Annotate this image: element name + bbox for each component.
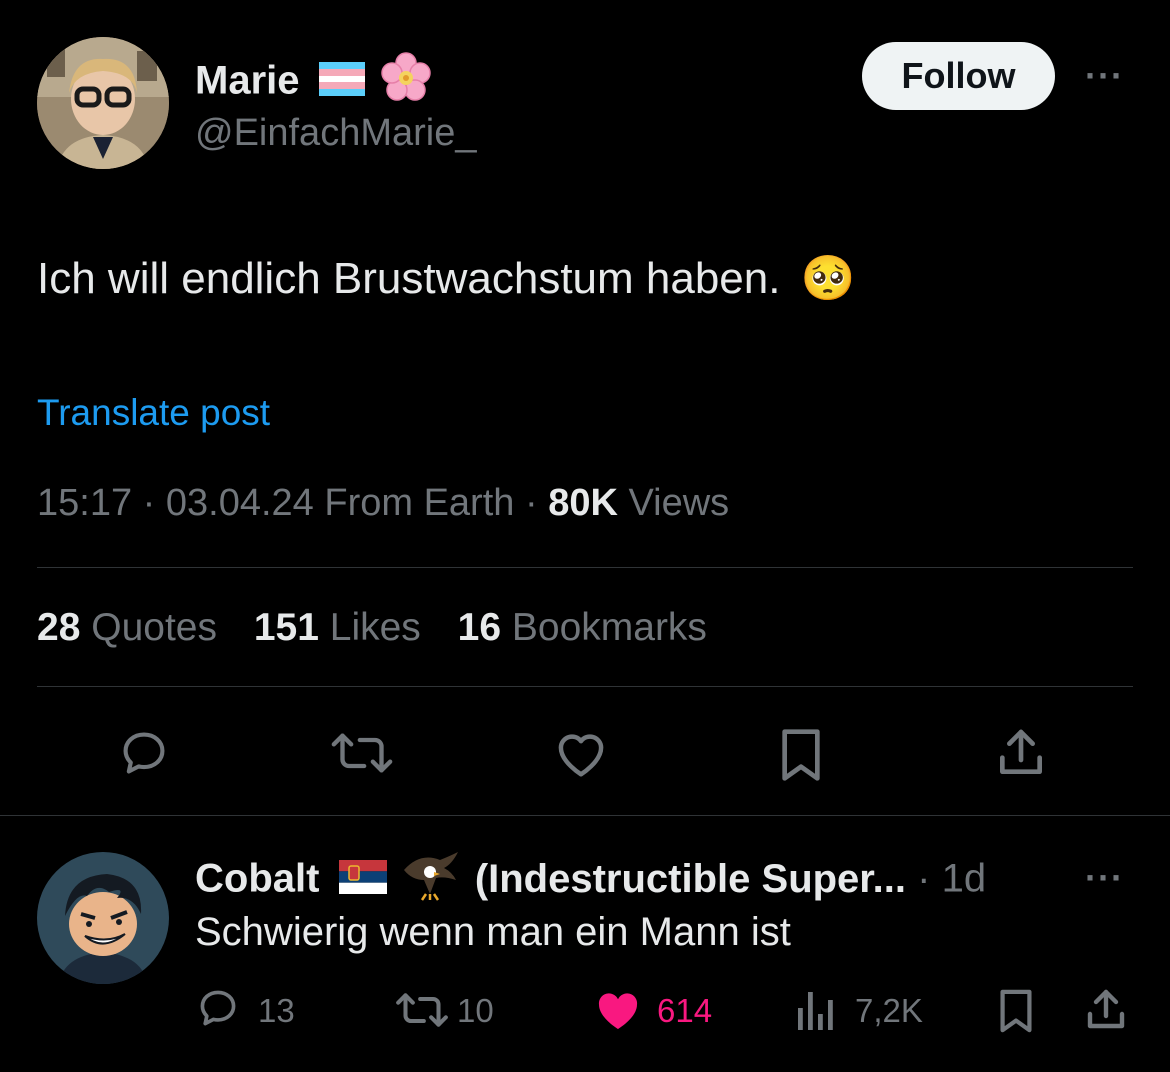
tweet-time[interactable]: 15:17 [37, 482, 132, 524]
reply-replies-count: 13 [258, 992, 295, 1029]
divider [0, 815, 1170, 816]
divider [37, 686, 1133, 687]
serbia-flag-icon [338, 859, 387, 904]
author-name-row[interactable]: Marie [195, 52, 432, 114]
tweet-meta: 15:17 · 03.04.24 From Earth · 80K Views [37, 482, 729, 525]
reply-age[interactable]: 1d [942, 857, 987, 901]
reply-more-options-icon[interactable]: ··· [1085, 860, 1124, 896]
separator: · [524, 482, 538, 524]
views-label: Views [628, 482, 730, 524]
reply-reply-icon[interactable] [195, 986, 241, 1030]
like-icon[interactable] [552, 727, 610, 779]
divider [37, 567, 1133, 568]
cherry-blossom-icon [380, 52, 432, 114]
engagement-stats: 28 Quotes 151 Likes 16 Bookmarks [37, 606, 733, 650]
tweet-text-row: Ich will endlich Brustwachstum haben. 🥺 [37, 252, 856, 304]
reply-like-icon[interactable] [594, 988, 642, 1032]
bookmarks-stat[interactable]: 16 Bookmarks [458, 606, 707, 649]
tweet-location: From Earth [324, 482, 515, 524]
likes-label: Likes [329, 606, 421, 649]
reply-bookmark-icon[interactable] [996, 988, 1036, 1034]
views-count: 80K [548, 482, 618, 524]
author-handle[interactable]: @EinfachMarie_ [195, 112, 476, 155]
bookmarks-label: Bookmarks [511, 606, 707, 649]
share-icon[interactable] [992, 725, 1050, 781]
repost-icon[interactable] [326, 727, 398, 779]
quotes-stat[interactable]: 28 Quotes [37, 606, 217, 649]
quotes-count: 28 [37, 606, 81, 649]
bookmarks-count: 16 [457, 606, 502, 649]
reply-author-row[interactable]: Cobalt (Indestructible Super... · 1d [195, 850, 986, 912]
bookmark-icon[interactable] [776, 727, 826, 783]
follow-button[interactable]: Follow [862, 42, 1055, 110]
likes-stat[interactable]: 151 Likes [254, 606, 421, 649]
separator: · [142, 482, 156, 524]
tweet-date[interactable]: 03.04.24 [166, 482, 314, 524]
eagle-icon [400, 850, 460, 912]
likes-count: 151 [253, 606, 319, 649]
author-avatar[interactable] [37, 37, 169, 169]
reply-text: Schwierig wenn man ein Mann ist [195, 910, 791, 954]
reply-share-icon[interactable] [1082, 986, 1130, 1034]
reply-views-count: 7,2K [855, 992, 923, 1029]
reply-author-name-rest[interactable]: (Indestructible Super... [475, 857, 906, 901]
reply-author-avatar[interactable] [37, 852, 169, 984]
quotes-label: Quotes [91, 606, 217, 649]
reply-views-icon[interactable] [796, 988, 836, 1032]
transgender-flag-icon [318, 61, 365, 106]
translate-post-link[interactable]: Translate post [37, 392, 270, 434]
separator: · [917, 856, 931, 901]
reply-likes-count: 614 [657, 992, 713, 1029]
reply-reposts-count: 10 [457, 992, 494, 1029]
tweet-text: Ich will endlich Brustwachstum haben. [37, 254, 781, 303]
pleading-face-emoji: 🥺 [800, 254, 856, 303]
reply-author-name-start[interactable]: Cobalt [195, 857, 319, 901]
reply-icon[interactable] [116, 727, 172, 779]
reply-repost-icon[interactable] [392, 988, 452, 1032]
more-options-icon[interactable]: ··· [1085, 58, 1124, 94]
author-name[interactable]: Marie [195, 59, 300, 103]
